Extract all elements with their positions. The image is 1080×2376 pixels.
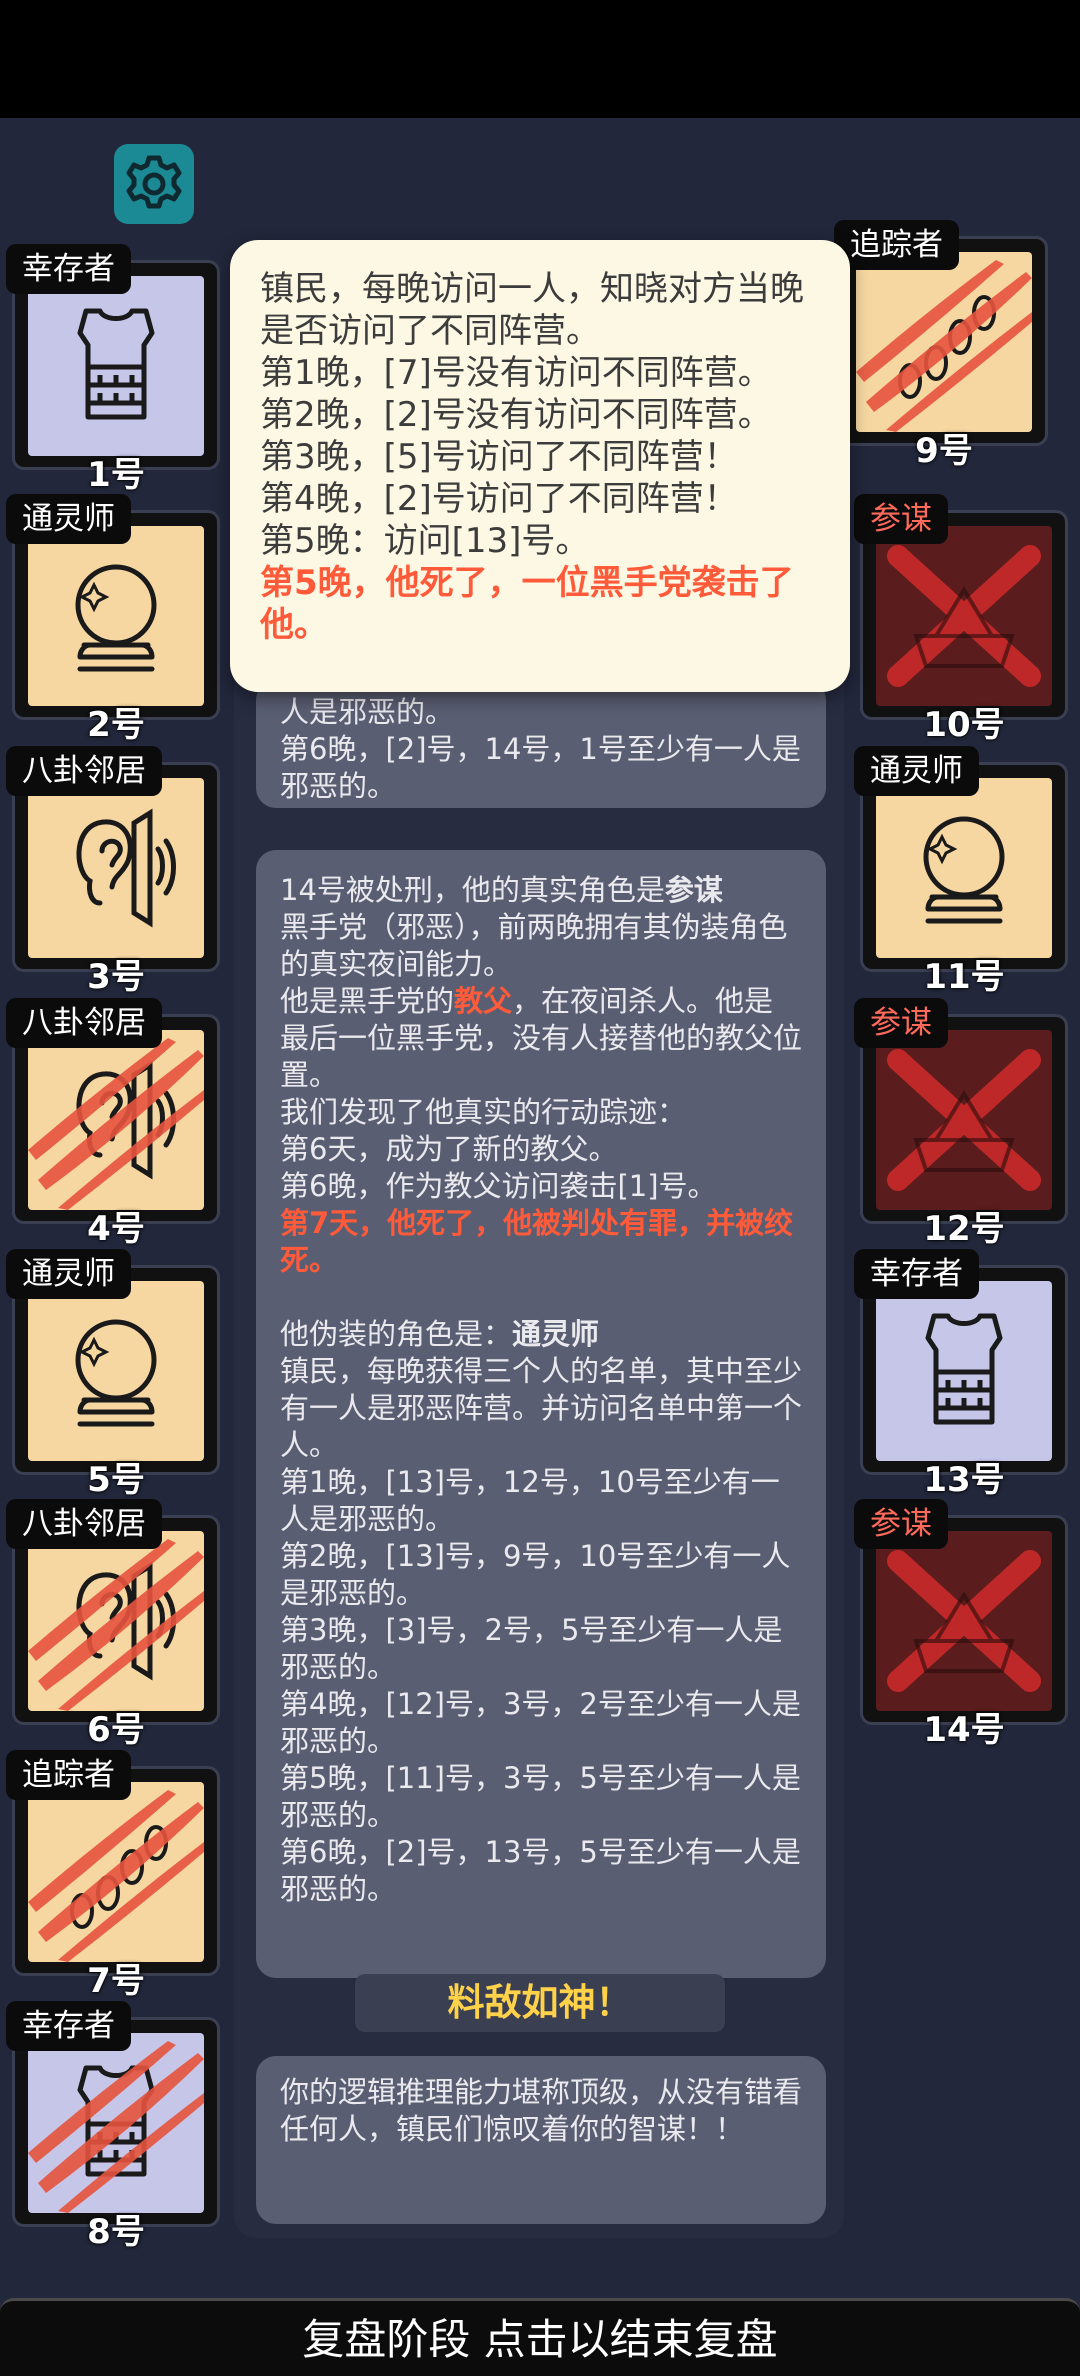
- player-card[interactable]: 八卦邻居 6号: [6, 1499, 220, 1750]
- log-line: 14号被处刑，他的真实角色是: [280, 873, 665, 907]
- role-label: 八卦邻居: [6, 746, 162, 796]
- player-number: 10号: [923, 705, 1005, 745]
- status-bar: [0, 0, 1080, 118]
- player-number: 12号: [923, 1209, 1005, 1249]
- settings-button[interactable]: [114, 144, 194, 224]
- log-line: 镇民，每晚获得三个人的名单，其中至少有一人是邪恶阵营。并访问名单中第一个人。 第…: [280, 1354, 803, 1906]
- claw-scratch-icon: [28, 1790, 204, 1962]
- player-card[interactable]: 参谋 14号: [854, 1499, 1068, 1750]
- player-card[interactable]: 八卦邻居 4号: [6, 998, 220, 1249]
- player-card[interactable]: 追踪者 7号: [6, 1750, 220, 2001]
- scratch-overlay: [28, 1782, 204, 1962]
- player-card[interactable]: 参谋 12号: [854, 998, 1068, 1249]
- scratch-overlay: [28, 1531, 204, 1711]
- player-card[interactable]: 幸存者 13号: [854, 1249, 1068, 1500]
- vest-icon: [876, 1281, 1052, 1461]
- result-text: 你的逻辑推理能力堪称顶级，从没有错看任何人，镇民们惊叹着你的智谋！！: [280, 2075, 803, 2146]
- result-entry: 你的逻辑推理能力堪称顶级，从没有错看任何人，镇民们惊叹着你的智谋！！: [256, 2056, 826, 2224]
- popup-text: 镇民，每晚访问一人，知晓对方当晚是否访问了不同阵营。 第1晚，[7]号没有访问不…: [260, 268, 820, 646]
- role-label: 幸存者: [854, 1249, 979, 1299]
- player-number: 13号: [923, 1460, 1005, 1500]
- x-mark-icon: [876, 1531, 1052, 1711]
- player-number: 6号: [87, 1710, 145, 1750]
- godfather-label: 教父: [454, 984, 513, 1018]
- scratch-overlay: [856, 252, 1032, 432]
- role-label: 幸存者: [6, 2001, 131, 2051]
- game-screen: 幸存者 1号 通灵师 2号 八卦邻居 3号 八卦邻居 4号 通灵师 5号 八卦邻居 6号 追踪者 7号 幸存…: [0, 0, 1080, 2376]
- player-number: 11号: [923, 957, 1005, 997]
- x-mark-icon: [876, 526, 1052, 706]
- crystal-ball-icon: [876, 778, 1052, 958]
- crystal-ball-icon: [28, 1281, 204, 1461]
- role-label: 八卦邻居: [6, 1499, 162, 1549]
- popup-death-notice: 第5晚，他死了，一位黑手党袭击了他。: [260, 563, 794, 645]
- popup-body: 镇民，每晚访问一人，知晓对方当晚是否访问了不同阵营。 第1晚，[7]号没有访问不…: [260, 269, 804, 561]
- log-line: 他伪装的角色是：: [280, 1317, 513, 1351]
- claw-scratch-icon: [856, 260, 1032, 432]
- player-card[interactable]: 通灵师 11号: [854, 746, 1068, 997]
- player-card[interactable]: 追踪者 9号: [834, 220, 1048, 471]
- player-card[interactable]: 通灵师 5号: [6, 1249, 220, 1500]
- role-detail-popup[interactable]: 镇民，每晚访问一人，知晓对方当晚是否访问了不同阵营。 第1晚，[7]号没有访问不…: [230, 240, 850, 692]
- player-number: 8号: [87, 2212, 145, 2252]
- death-notice: 第7天，他死了，他被判处有罪，并被绞死。: [280, 1206, 794, 1277]
- role-label: 通灵师: [854, 746, 979, 796]
- log-line: 我们发现了他真实的行动踪迹： 第6天，成为了新的教父。 第6晚，作为教父访问袭击…: [280, 1095, 717, 1203]
- role-label: 追踪者: [834, 220, 959, 270]
- player-card[interactable]: 参谋 10号: [854, 494, 1068, 745]
- player-number: 5号: [87, 1460, 145, 1500]
- end-review-button[interactable]: 复盘阶段 点击以结束复盘: [0, 2298, 1080, 2376]
- player-number: 7号: [87, 1961, 145, 2001]
- claw-scratch-icon: [28, 1038, 204, 1210]
- role-label: 通灵师: [6, 494, 131, 544]
- disguise-role: 通灵师: [512, 1317, 600, 1351]
- role-label: 幸存者: [6, 244, 131, 294]
- claw-scratch-icon: [28, 2041, 204, 2213]
- player-card[interactable]: 通灵师 2号: [6, 494, 220, 745]
- player-number: 4号: [87, 1209, 145, 1249]
- player-number: 2号: [87, 705, 145, 745]
- execution-log-text: 14号被处刑，他的真实角色是参谋 黑手党（邪恶），前两晚拥有其伪装角色的真实夜间…: [280, 872, 802, 1908]
- role-label: 参谋: [854, 998, 948, 1048]
- crystal-ball-icon: [28, 526, 204, 706]
- claw-scratch-icon: [28, 1539, 204, 1711]
- vest-icon: [28, 276, 204, 456]
- log-entry: 人是邪恶的。 第6晚，[2]号，14号，1号至少有一人是邪恶的。: [256, 680, 826, 808]
- gear-icon: [126, 155, 182, 209]
- result-title: 料敌如神！: [355, 1974, 725, 2032]
- player-card[interactable]: 幸存者 1号: [6, 244, 220, 495]
- player-number: 3号: [87, 957, 145, 997]
- log-line: 黑手党（邪恶），前两晚拥有其伪装角色的真实夜间能力。: [280, 910, 788, 981]
- role-label: 通灵师: [6, 1249, 131, 1299]
- player-card[interactable]: 幸存者 8号: [6, 2001, 220, 2252]
- player-number: 14号: [923, 1710, 1005, 1750]
- x-mark-icon: [876, 1030, 1052, 1210]
- scratch-overlay: [28, 1030, 204, 1210]
- player-number: 9号: [915, 431, 973, 471]
- true-role: 参谋: [664, 873, 723, 907]
- role-label: 参谋: [854, 1499, 948, 1549]
- ear-icon: [28, 778, 204, 958]
- log-entry-text: 人是邪恶的。 第6晚，[2]号，14号，1号至少有一人是邪恶的。: [280, 695, 801, 803]
- execution-log-entry: 14号被处刑，他的真实角色是参谋 黑手党（邪恶），前两晚拥有其伪装角色的真实夜间…: [256, 850, 826, 1978]
- role-label: 参谋: [854, 494, 948, 544]
- scratch-overlay: [28, 2033, 204, 2213]
- log-line: 他是黑手党的: [280, 984, 455, 1018]
- role-label: 八卦邻居: [6, 998, 162, 1048]
- player-card[interactable]: 八卦邻居 3号: [6, 746, 220, 997]
- role-label: 追踪者: [6, 1750, 131, 1800]
- player-number: 1号: [87, 455, 145, 495]
